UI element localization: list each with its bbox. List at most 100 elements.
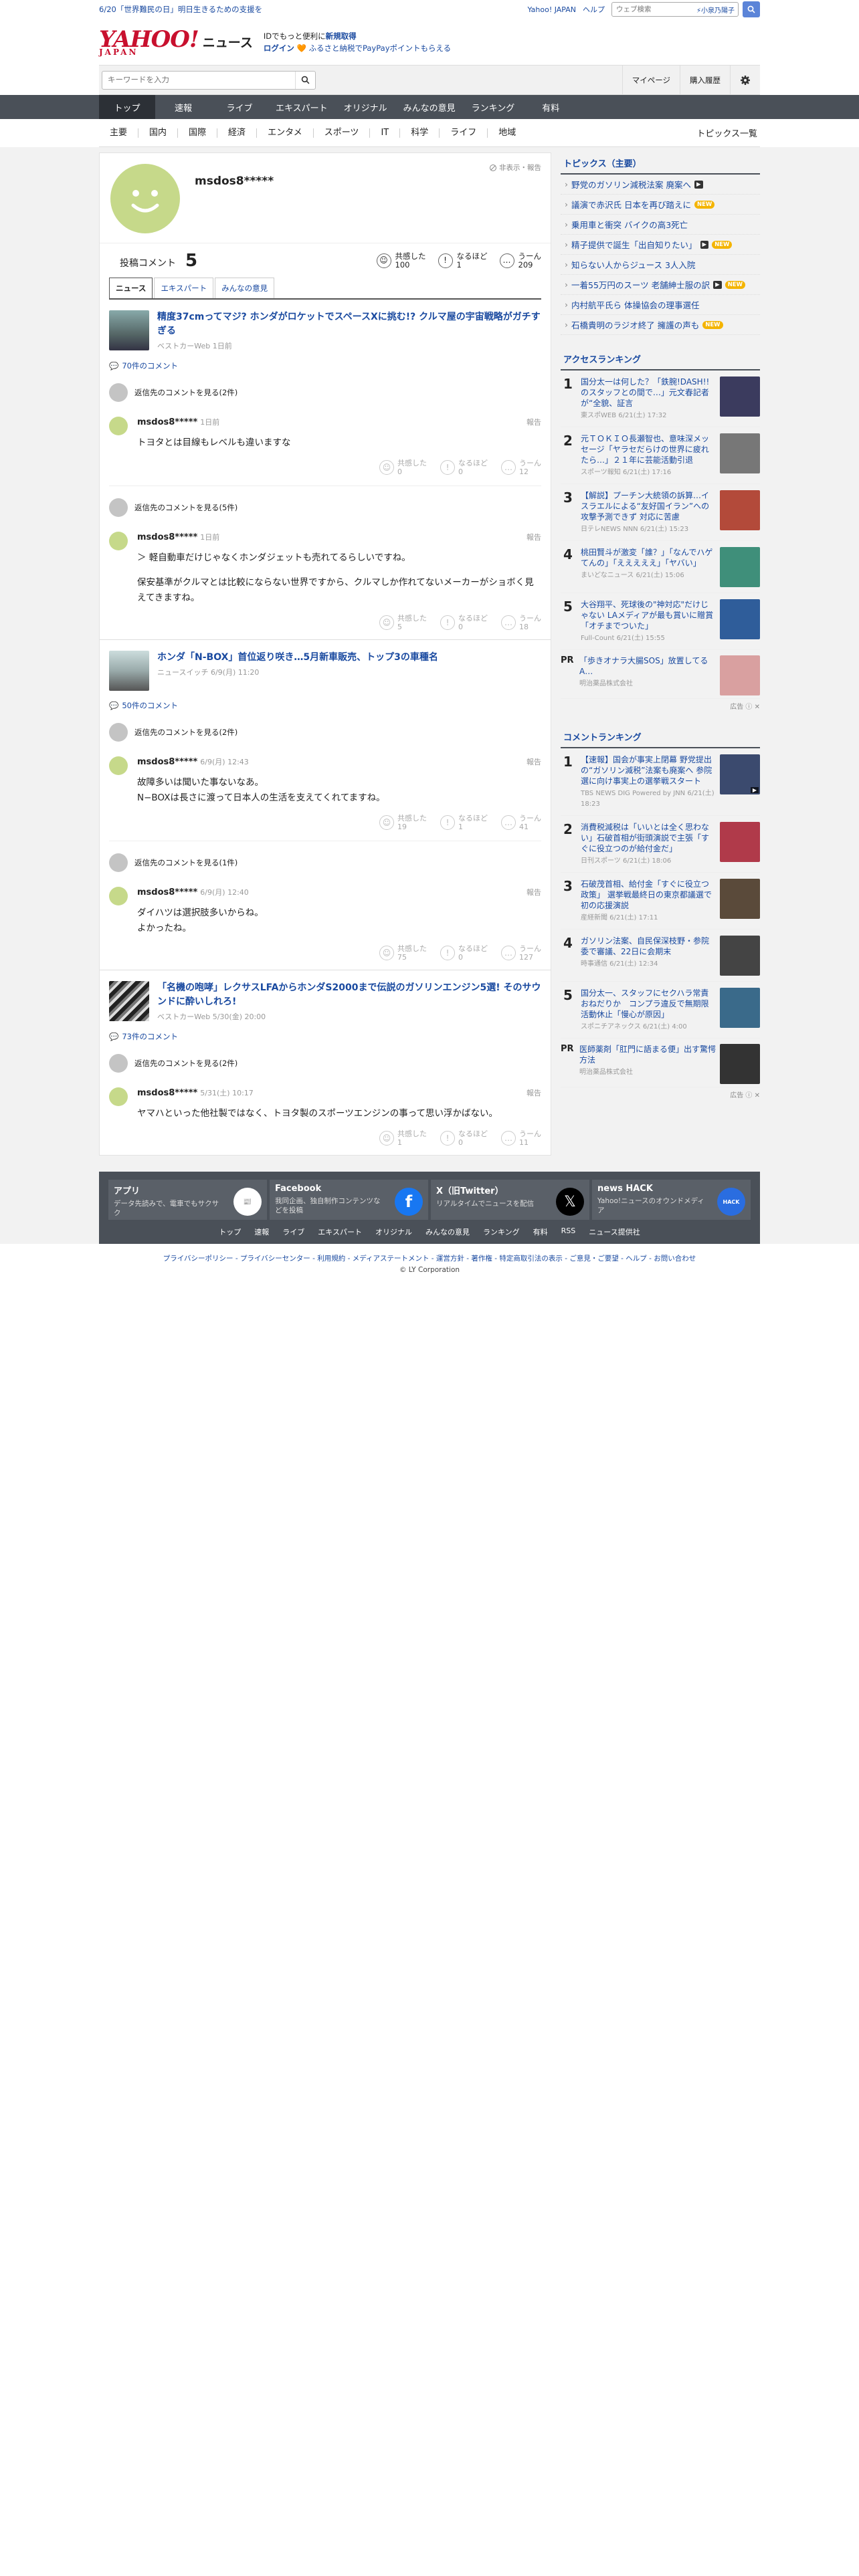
ranking-item[interactable]: 4 桃田賢斗が激変「誰？」「なんでハゲてんの」「えええええ」「ヤバい」 まいどなニュ… [561, 541, 760, 593]
web-search-button[interactable] [743, 1, 760, 17]
topic-item[interactable]: › 石橋貴明のラジオ終了 擁護の声も NEW [561, 315, 760, 335]
naruhodo-button[interactable]: ! なるほど 0 [440, 459, 488, 476]
footer-link[interactable]: 有料 [533, 1226, 548, 1237]
tab-news[interactable]: ニュース [109, 278, 153, 298]
naruhodo-button[interactable]: ! なるほど 0 [440, 944, 488, 962]
help-link[interactable]: ヘルプ [583, 4, 605, 15]
login-link[interactable]: ログイン [264, 43, 294, 53]
comment-user[interactable]: msdos8***** [137, 1088, 197, 1098]
footer-app-card[interactable]: アプリ データ先読みで、電車でもサクサク 📰 [108, 1180, 267, 1220]
hmm-button[interactable]: … うーん 41 [501, 814, 541, 831]
report-link[interactable]: 報告 [527, 532, 541, 542]
topic-item[interactable]: › 野党のガソリン減税法案 廃案へ ▶ [561, 175, 760, 195]
web-search-input[interactable] [612, 3, 693, 16]
tab-top[interactable]: トップ [99, 95, 155, 119]
reply-parent-link[interactable]: 返信先のコメントを見る(2件) [109, 381, 541, 405]
history-link[interactable]: 購入履歴 [680, 65, 730, 95]
yahoo-news-logo[interactable]: YAHOO! JAPAN ニュース [99, 28, 253, 56]
tab-live[interactable]: ライブ [211, 95, 268, 119]
report-link[interactable]: 報告 [527, 887, 541, 897]
article-title[interactable]: ホンダ「N-BOX」首位返り咲き…5月新車販売、トップ3の車種名 [157, 652, 438, 663]
ranking-item[interactable]: 4 ガソリン法案、自民保深枝野・参院委で審議、22日に会期末 時事通信 6/21(土… [561, 930, 760, 982]
article-thumbnail[interactable] [109, 310, 149, 350]
ranking-item[interactable]: 2 消費税減税は「いいとは全く思わない」石破首相が街頭演説で主張「すぐに役立つのが… [561, 816, 760, 873]
topic-item[interactable]: › 議演で赤沢氏 日本を再び踏えに NEW [561, 195, 760, 215]
footer-x-card[interactable]: X（旧Twitter） リアルタイムでニュースを配信 𝕏 [431, 1180, 589, 1220]
footer-link[interactable]: エキスパート [318, 1226, 362, 1237]
empathy-button[interactable]: ☺ 共感した 0 [379, 459, 427, 476]
footer-link[interactable]: トップ [219, 1226, 241, 1237]
tab-expert[interactable]: エキスパート [268, 95, 336, 119]
comment-count-link[interactable]: 💬 50件のコメント [109, 700, 541, 711]
subnav-item[interactable]: 国際 [178, 128, 218, 138]
comment-user[interactable]: msdos8***** [137, 887, 197, 897]
subnav-item[interactable]: 主要 [99, 128, 139, 138]
topic-item[interactable]: › 精子提供で誕生「出自知りたい」 ▶ NEW [561, 235, 760, 255]
footer-link[interactable]: オリジナル [375, 1226, 412, 1237]
footer-link[interactable]: ランキング [483, 1226, 520, 1237]
ranking-item[interactable]: 1 【速報】国会が事実上閉幕 野党提出の“ガソリン減税”法案も廃案へ 参院選に向け… [561, 748, 760, 816]
comment-user[interactable]: msdos8***** [137, 757, 197, 767]
subnav-item[interactable]: IT [370, 128, 401, 138]
subnav-item[interactable]: エンタメ [257, 128, 314, 138]
footer-link[interactable]: 速報 [254, 1226, 269, 1237]
comment-count-link[interactable]: 💬 73件のコメント [109, 1031, 541, 1042]
signup-link[interactable]: 新規取得 [326, 31, 357, 41]
ad-info[interactable]: 広告 ⓘ ✕ [561, 699, 760, 713]
empathy-button[interactable]: ☺ 共感した 75 [379, 944, 427, 962]
reply-parent-link[interactable]: 返信先のコメントを見る(1件) [109, 851, 541, 875]
footer-newshack-card[interactable]: news HACK Yahoo!ニュースのオウンドメディア HACK [592, 1180, 751, 1220]
footer-link[interactable]: RSS [561, 1226, 576, 1237]
furusato-link[interactable]: ふるさと納税でPayPayポイントもらえる [308, 43, 451, 53]
empathy-button[interactable]: ☺ 共感した 1 [379, 1130, 427, 1147]
notice-link[interactable]: 6/20「世界難民の日」明日生きるための支援を [99, 4, 262, 15]
ranking-item[interactable]: 3 【解説】プーチン大統領の訴算…イスラエルによる“友好国イラン”への攻撃予測でき… [561, 484, 760, 541]
tab-ranking[interactable]: ランキング [464, 95, 523, 119]
article-title[interactable]: 「名機の咆哮」レクサスLFAからホンダS2000まで伝説のガソリンエンジン5選!… [157, 982, 541, 1007]
ranking-item[interactable]: 5 大谷翔平、死球後の"神対応"だけじゃない LAメディアが最も賞いに贈賞「オチま… [561, 593, 760, 650]
footer-link[interactable]: ライブ [282, 1226, 304, 1237]
comment-user[interactable]: msdos8***** [137, 417, 197, 427]
subnav-item[interactable]: 地域 [488, 128, 527, 138]
subnav-item[interactable]: 経済 [217, 128, 258, 138]
pr-ad[interactable]: PR 「歩きオナラ大腸SOS」放置してるA… 明治薬品株式会社 [561, 650, 760, 699]
subnav-item[interactable]: スポーツ [314, 128, 371, 138]
topic-item[interactable]: › 知らない人からジュース 3人入院 [561, 255, 760, 275]
reply-parent-link[interactable]: 返信先のコメントを見る(2件) [109, 720, 541, 744]
subnav-item[interactable]: 国内 [138, 128, 179, 138]
mypage-link[interactable]: マイページ [622, 65, 680, 95]
empathy-button[interactable]: ☺ 共感した 19 [379, 814, 427, 831]
reply-parent-link[interactable]: 返信先のコメントを見る(5件) [109, 496, 541, 520]
naruhodo-button[interactable]: ! なるほど 0 [440, 1130, 488, 1147]
pr-ad[interactable]: PR 医師薬剤「肛門に語まる便」出す驚愕方法 明治薬品株式会社 [561, 1039, 760, 1087]
article-title[interactable]: 精度37cmってマジ? ホンダがロケットでスペースXに挑む!? クルマ屋の宇宙戦… [157, 312, 541, 336]
tab-paid[interactable]: 有料 [522, 95, 579, 119]
naruhodo-button[interactable]: ! なるほど 1 [440, 814, 488, 831]
hmm-button[interactable]: … うーん 127 [501, 944, 541, 962]
topic-item[interactable]: › 内村航平氏ら 体操協会の理事選任 [561, 295, 760, 315]
topics-list-link[interactable]: トピックス一覧 [696, 126, 760, 139]
trend-chip[interactable]: ⚡小泉乃陽子 [693, 5, 738, 15]
settings-button[interactable] [730, 65, 760, 95]
tab-opinion[interactable]: みんなの意見 [395, 95, 464, 119]
ranking-item[interactable]: 3 石破茂首相、給付金「すぐに役立つ政策」 選挙戦最終日の東京都議選で初の応援演説… [561, 873, 760, 930]
hmm-button[interactable]: … うーん 18 [501, 614, 541, 631]
ranking-item[interactable]: 5 国分太一、スタッフにセクハラ常責おねだりか コンプラ違反で無期限活動休止「慢心… [561, 982, 760, 1039]
empathy-button[interactable]: ☺ 共感した 5 [379, 614, 427, 631]
topic-item[interactable]: › 乗用車と衝突 バイクの高3死亡 [561, 215, 760, 235]
ranking-item[interactable]: 2 元ＴＯＫＩＯ長瀬智也、意味深メッセージ「ヤラセだらけの世界に疲れたら…」２１年… [561, 427, 760, 484]
reply-parent-link[interactable]: 返信先のコメントを見る(2件) [109, 1051, 541, 1075]
footer-link[interactable]: みんなの意見 [425, 1226, 470, 1237]
subnav-item[interactable]: 科学 [400, 128, 440, 138]
report-link[interactable]: 報告 [527, 756, 541, 767]
footer-facebook-card[interactable]: Facebook 我同企画、独自制作コンテンツなどを投稿 f [270, 1180, 428, 1220]
tab-breaking[interactable]: 速報 [155, 95, 211, 119]
naruhodo-button[interactable]: ! なるほど 0 [440, 614, 488, 631]
hmm-button[interactable]: … うーん 12 [501, 459, 541, 476]
article-thumbnail[interactable] [109, 981, 149, 1021]
footer-link[interactable]: ニュース提供社 [589, 1226, 640, 1237]
tab-expert-comments[interactable]: エキスパート [154, 278, 214, 298]
hmm-button[interactable]: … うーん 11 [501, 1130, 541, 1147]
topic-item[interactable]: › 一着55万円のスーツ 老舗紳士服の訳 ▶ NEW [561, 275, 760, 295]
report-link[interactable]: 報告 [527, 1087, 541, 1098]
